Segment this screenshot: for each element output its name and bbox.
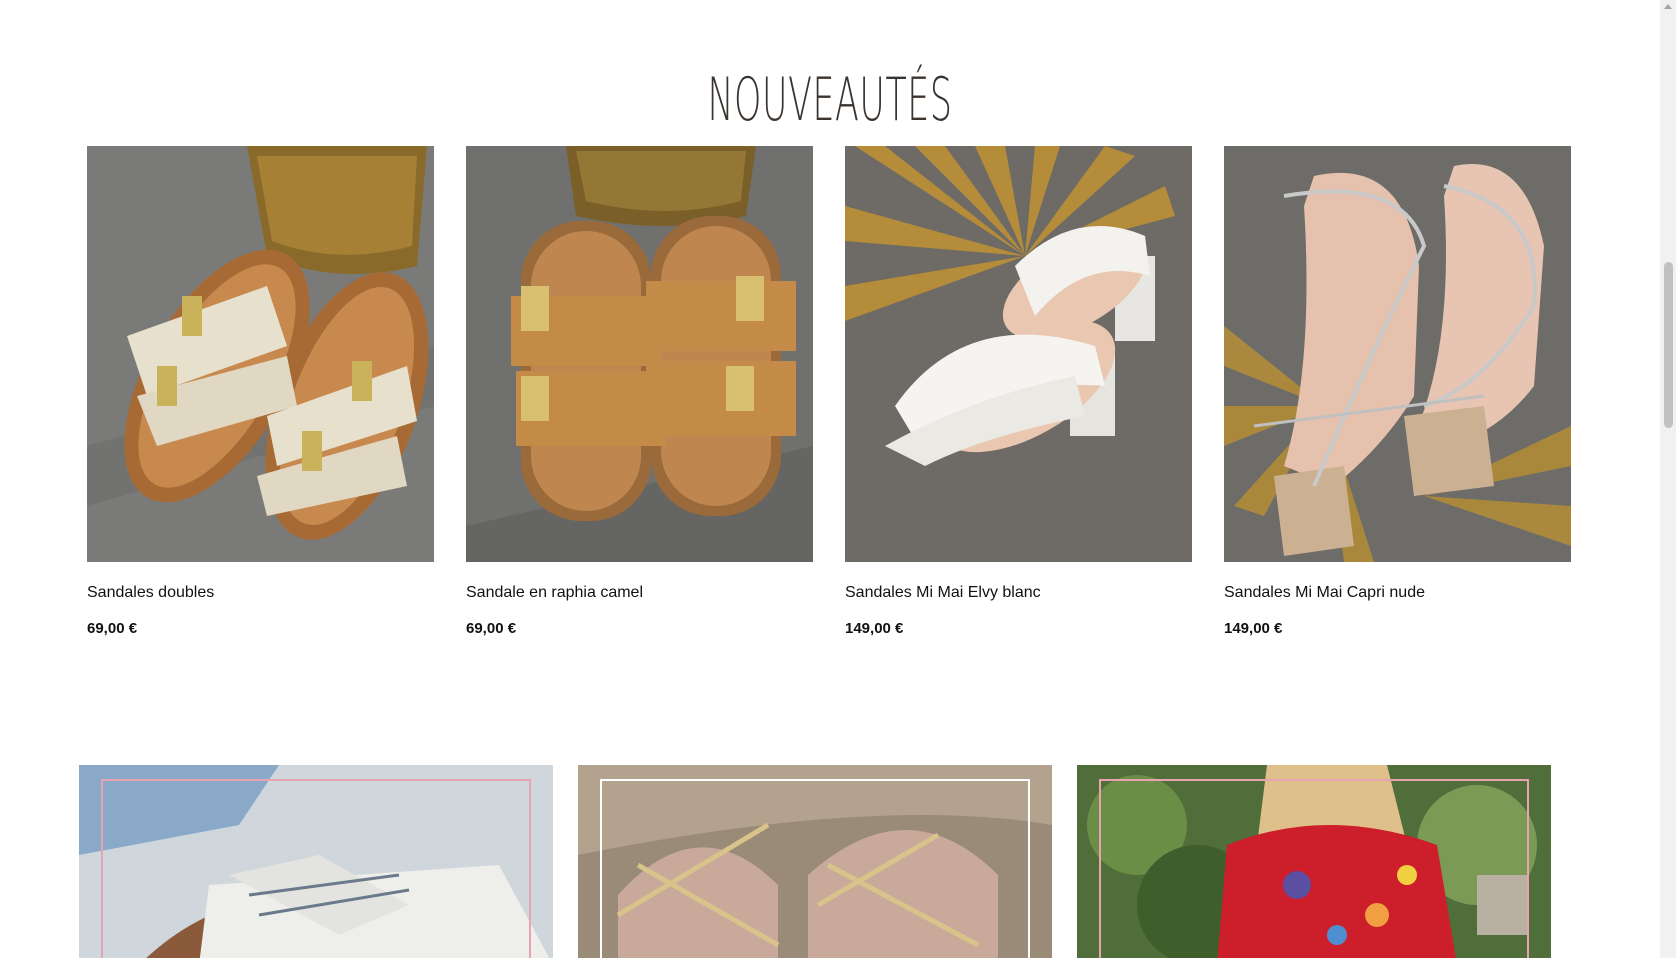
section-title: NOUVEAUTÉS: [707, 64, 953, 135]
banner-row: [79, 765, 1551, 958]
camel-sandals-illustration: [466, 146, 813, 562]
product-grid: Sandales doubles 69,00 € Sandale en raph…: [87, 146, 1571, 637]
product-card-sandales-doubles[interactable]: Sandales doubles 69,00 €: [87, 146, 434, 637]
scrollbar-thumb[interactable]: [1664, 262, 1673, 428]
page: NOUVEAUTÉS Sandales doubles 69,00 € Sand…: [0, 0, 1676, 958]
gold-sandals-photo: [578, 765, 1052, 958]
scroll-up-arrow-icon[interactable]: [1664, 4, 1672, 9]
product-card-sandales-mi-mai-elvy[interactable]: Sandales Mi Mai Elvy blanc 149,00 €: [845, 146, 1192, 637]
banner-gold-sandals[interactable]: [578, 765, 1052, 958]
product-name[interactable]: Sandale en raphia camel: [466, 583, 813, 603]
vertical-scrollbar[interactable]: [1660, 0, 1676, 958]
banner-floral-blouse[interactable]: [1077, 765, 1551, 958]
product-price: 69,00 €: [87, 620, 138, 637]
banner-sneakers[interactable]: [79, 765, 553, 958]
product-image[interactable]: [1224, 146, 1571, 562]
product-price: 69,00 €: [466, 620, 517, 637]
sneakers-photo: [79, 765, 553, 958]
nude-heels-illustration: [1224, 146, 1571, 562]
product-name[interactable]: Sandales doubles: [87, 583, 434, 603]
product-name[interactable]: Sandales Mi Mai Elvy blanc: [845, 583, 1192, 603]
product-price: 149,00 €: [1224, 620, 1283, 637]
beige-sandals-illustration: [87, 146, 434, 562]
product-price: 149,00 €: [845, 620, 904, 637]
product-image[interactable]: [466, 146, 813, 562]
product-card-sandale-raphia-camel[interactable]: Sandale en raphia camel 69,00 €: [466, 146, 813, 637]
product-image[interactable]: [845, 146, 1192, 562]
red-floral-blouse-photo: [1077, 765, 1551, 958]
product-card-sandales-mi-mai-capri[interactable]: Sandales Mi Mai Capri nude 149,00 €: [1224, 146, 1571, 637]
product-image[interactable]: [87, 146, 434, 562]
product-name[interactable]: Sandales Mi Mai Capri nude: [1224, 583, 1571, 603]
white-mules-illustration: [845, 146, 1192, 562]
